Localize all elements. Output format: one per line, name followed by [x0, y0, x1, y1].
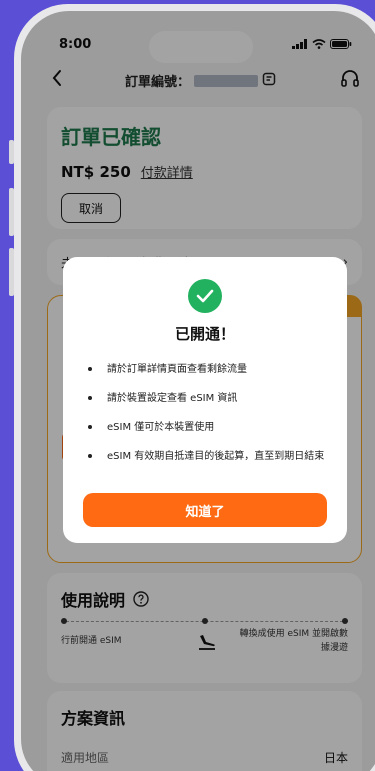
- modal-bullet: eSIM 有效期自抵達目的後起算，直至到期日結束: [83, 449, 327, 464]
- modal-bullet-list: 請於訂單詳情頁面查看剩餘流量 請於裝置設定查看 eSIM 資訊 eSIM 僅可於…: [83, 362, 327, 464]
- success-badge: [188, 279, 222, 313]
- modal-bullet: 請於裝置設定查看 eSIM 資訊: [83, 391, 327, 406]
- modal-bullet: eSIM 僅可於本裝置使用: [83, 420, 327, 435]
- activation-success-modal: 已開通！ 請於訂單詳情頁面查看剩餘流量 請於裝置設定查看 eSIM 資訊 eSI…: [63, 257, 347, 543]
- phone-frame: 8:00 訂單編號： 訂單已確認 NT$ 250 付款詳情 取消 › 使用說明 …: [14, 4, 375, 771]
- got-it-button[interactable]: 知道了: [83, 493, 327, 527]
- modal-bullet: 請於訂單詳情頁面查看剩餘流量: [83, 362, 327, 377]
- checkmark-icon: [196, 289, 214, 303]
- modal-title: 已開通！: [174, 325, 235, 343]
- phone-screen: 8:00 訂單編號： 訂單已確認 NT$ 250 付款詳情 取消 › 使用說明 …: [21, 11, 375, 771]
